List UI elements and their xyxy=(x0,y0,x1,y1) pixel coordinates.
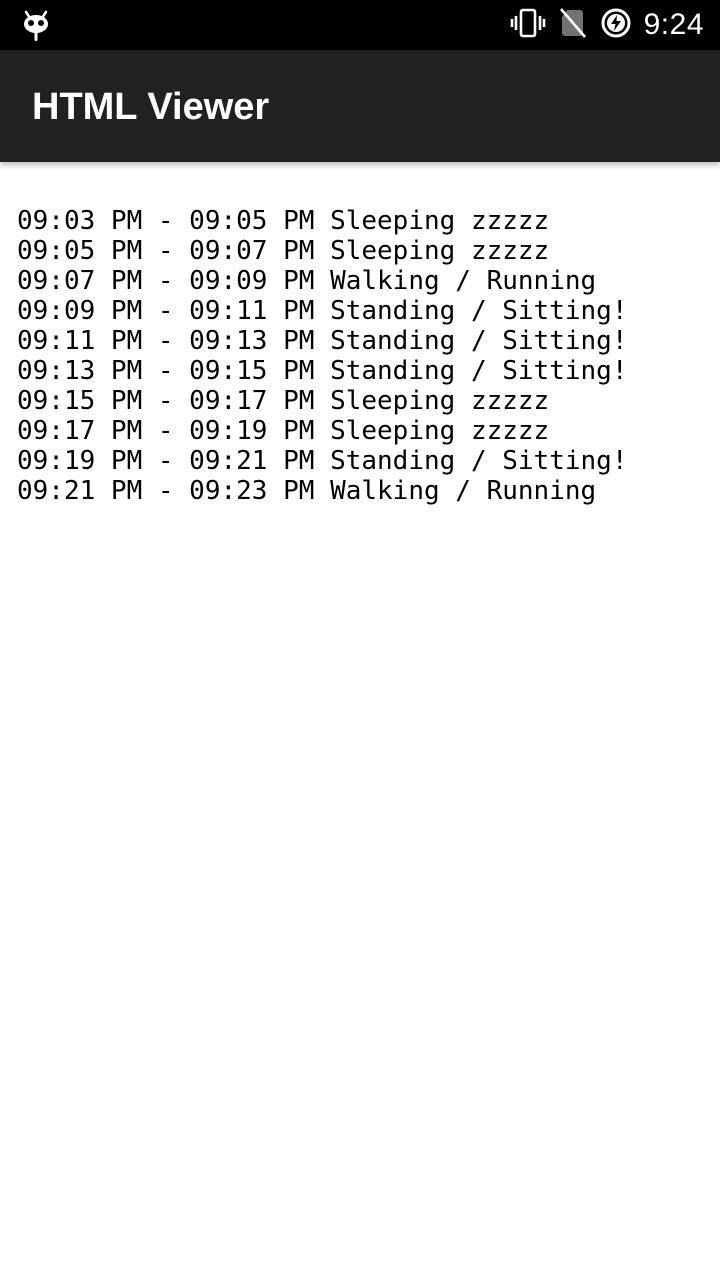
log-entry: 09:07 PM - 09:09 PM Walking / Running xyxy=(17,266,597,296)
app-title: HTML Viewer xyxy=(32,86,270,128)
android-cat-icon xyxy=(22,9,50,43)
log-entry: 09:09 PM - 09:11 PM Standing / Sitting! xyxy=(17,296,628,326)
battery-charging-icon xyxy=(600,7,632,44)
log-entry: 09:13 PM - 09:15 PM Standing / Sitting! xyxy=(17,356,628,386)
no-sim-icon xyxy=(559,7,586,43)
log-entry: 09:03 PM - 09:05 PM Sleeping zzzzz xyxy=(17,206,550,236)
log-entry: 09:21 PM - 09:23 PM Walking / Running xyxy=(17,476,597,506)
log-entry: 09:19 PM - 09:21 PM Standing / Sitting! xyxy=(17,446,628,476)
log-entry: 09:15 PM - 09:17 PM Sleeping zzzzz xyxy=(17,386,550,416)
log-entry: 09:11 PM - 09:13 PM Standing / Sitting! xyxy=(17,326,628,356)
log-entry: 09:17 PM - 09:19 PM Sleeping zzzzz xyxy=(17,416,550,446)
activity-log: 09:03 PM - 09:05 PM Sleeping zzzzz 09:05… xyxy=(17,206,627,506)
vibrate-icon xyxy=(510,8,546,43)
status-bar: 9:24 xyxy=(0,0,720,50)
log-entry: 09:05 PM - 09:07 PM Sleeping zzzzz xyxy=(17,236,550,266)
web-content[interactable]: 09:03 PM - 09:05 PM Sleeping zzzzz 09:05… xyxy=(0,162,720,1280)
status-icons: 9:24 xyxy=(496,0,704,50)
app-bar: HTML Viewer xyxy=(0,50,720,162)
clock-time: 9:24 xyxy=(643,8,704,41)
